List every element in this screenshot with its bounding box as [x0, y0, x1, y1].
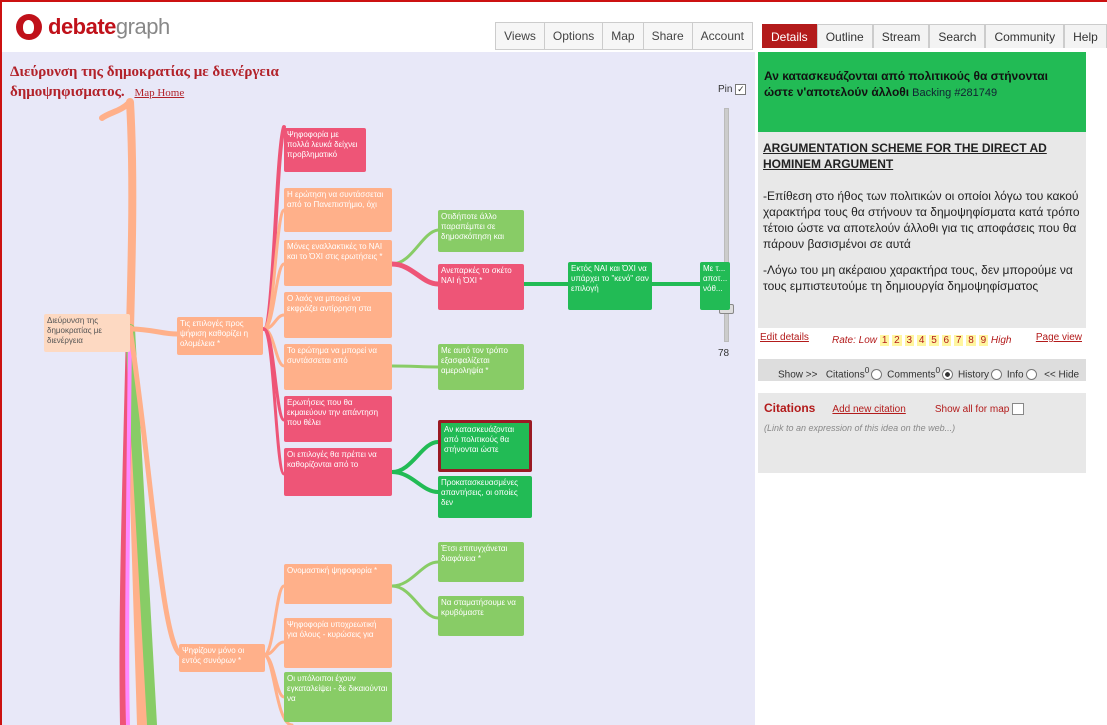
pin-checkbox[interactable]: ✓: [735, 84, 747, 95]
show-all-for-map-label: Show all for map: [934, 404, 1010, 415]
tab-community[interactable]: Community: [985, 24, 1065, 48]
node-blank[interactable]: Ψηφοφορία με πολλά λευκά δείχνει προβλημ…: [284, 128, 366, 172]
node-transparency[interactable]: Έτσι επιτυγχάνεται διαφάνεια *: [438, 542, 524, 582]
node-mandatory[interactable]: Ψηφοφορία υποχρεωτική για όλους - κυρώσε…: [284, 618, 392, 668]
logo[interactable]: debategraph: [16, 14, 170, 40]
backing-id: Backing #281749: [912, 87, 998, 99]
add-citation-link[interactable]: Add new citation: [832, 404, 905, 415]
idea-title: Αν κατασκευάζονται από πολιτικούς θα στή…: [764, 69, 1048, 99]
show-all-checkbox[interactable]: [1012, 403, 1025, 416]
comments-option-label: Comments: [887, 369, 936, 381]
map-title: Διεύρυνση της δημοκρατίας με διενέργεια …: [10, 64, 279, 100]
details-panel: Details Outline Stream Search Community …: [758, 2, 1107, 725]
nav-map[interactable]: Map: [602, 23, 642, 49]
node-neighbors[interactable]: Ψηφίζουν μόνο οι εντός συνόρων *: [179, 644, 265, 672]
citation-hint: (Link to an expression of this idea on t…: [764, 423, 956, 434]
map-home-link[interactable]: Map Home: [134, 87, 184, 99]
comments-count: 0: [935, 365, 941, 375]
node-choices[interactable]: Τις επιλογές προς ψήφιση καθορίζει η ολο…: [177, 317, 263, 355]
node-blank-choice[interactable]: Εκτός ΝΑΙ και ΌΧΙ να υπάρχει το "κενό" σ…: [568, 262, 652, 310]
node-preset[interactable]: Προκατασκευασμένες απαντήσεις, οι οποίες…: [438, 476, 532, 518]
citations-title: Citations: [764, 401, 816, 415]
edit-details-link[interactable]: Edit details: [760, 332, 809, 343]
detail-paragraph-1: -Επίθεση στο ήθος των πολιτικών οι οποίο…: [763, 189, 1080, 251]
node-hide[interactable]: Να σταματήσουμε να κρυβόμαστε: [438, 596, 524, 636]
hide-toggle[interactable]: << Hide: [1044, 369, 1079, 380]
header: debategraph Views Options Map Share Acco…: [2, 2, 755, 52]
node-selected[interactable]: Αν κατασκευάζονται από πολιτικούς θα στή…: [438, 420, 532, 472]
node-question[interactable]: Η ερώτηση να συντάσσεται από το Πανεπιστ…: [284, 188, 392, 232]
idea-details: ARGUMENTATION SCHEME FOR THE DIRECT AD H…: [758, 132, 1086, 328]
nav-views[interactable]: Views: [496, 23, 544, 49]
rate-3[interactable]: 3: [904, 335, 915, 346]
rate-6[interactable]: 6: [941, 335, 952, 346]
tab-search[interactable]: Search: [929, 24, 986, 48]
nav-account[interactable]: Account: [691, 23, 752, 49]
idea-header: Αν κατασκευάζονται από πολιτικούς θα στή…: [758, 52, 1086, 132]
pin-control[interactable]: Pin ✓: [718, 84, 747, 95]
info-option-label: Info: [1006, 369, 1024, 381]
rating-bar: Edit details Rate: Low 1 2 3 4 5 6 7 8 9…: [758, 330, 1086, 352]
node-impartial[interactable]: Με αυτό τον τρόπο εξασφαλίζεται αμεροληψ…: [438, 344, 524, 390]
info-radio[interactable]: [1025, 369, 1037, 381]
citations-radio[interactable]: [871, 369, 883, 381]
rate-1[interactable]: 1: [879, 335, 890, 346]
node-questions-answers[interactable]: Ερωτήσεις που θα εκμαιεύουν την απάντηση…: [284, 396, 392, 442]
argument-heading: ARGUMENTATION SCHEME FOR THE DIRECT AD H…: [763, 141, 1047, 171]
rate-2[interactable]: 2: [892, 335, 902, 346]
panel-tabs: Details Outline Stream Search Community …: [762, 24, 1107, 48]
node-compose[interactable]: Το ερώτημα να μπορεί να συντάσσεται από: [284, 344, 392, 390]
citations-option-label: Citations: [825, 369, 865, 381]
page-view-link[interactable]: Page view: [1036, 332, 1082, 343]
debate-map[interactable]: Διεύρυνση της δημοκρατίας με διενέργεια …: [2, 52, 755, 725]
rating-scale: Rate: Low 1 2 3 4 5 6 7 8 9 High: [832, 335, 1011, 346]
rate-8[interactable]: 8: [966, 335, 976, 346]
nav-share[interactable]: Share: [642, 23, 692, 49]
comments-radio[interactable]: [942, 369, 954, 381]
history-option-label: History: [957, 369, 990, 381]
rate-5[interactable]: 5: [929, 335, 939, 346]
tab-details[interactable]: Details: [762, 24, 817, 48]
node-anything[interactable]: Οτιδήποτε άλλο παραπέμπει σε δημοσκόπηση…: [438, 210, 524, 252]
show-toggle[interactable]: Show >>: [778, 369, 817, 380]
node-far[interactable]: Με τ... αποτ... νόθ...: [700, 262, 730, 310]
rate-7[interactable]: 7: [953, 335, 964, 346]
citations-section: Citations Add new citation Show all for …: [758, 393, 1086, 473]
node-root[interactable]: Διεύρυνση της δημοκρατίας με διενέργεια: [44, 314, 130, 352]
detail-paragraph-2: -Λόγω του μη ακέραιου χαρακτήρα τους, δε…: [763, 263, 1073, 293]
zoom-slider-value: 78: [718, 348, 730, 359]
rate-high-label: High: [990, 335, 1012, 346]
rate-4[interactable]: 4: [916, 335, 927, 346]
show-options-bar: Show >> Citations0 Comments0 History Inf…: [758, 359, 1086, 381]
node-others[interactable]: Οι υπόλοιποι έχουν εγκαταλείψει - δε δικ…: [284, 672, 392, 722]
nav-options[interactable]: Options: [543, 23, 602, 49]
debategraph-logo-icon: [16, 14, 42, 40]
node-only-yesno[interactable]: Μόνες εναλλακτικές το ΝΑΙ και το ΌΧΙ στι…: [284, 240, 392, 286]
node-nominal[interactable]: Ονομαστική ψηφοφορία *: [284, 564, 392, 604]
rate-low-label: Rate: Low: [832, 335, 878, 346]
node-choices-set[interactable]: Οι επιλογές θα πρέπει να καθορίζονται απ…: [284, 448, 392, 496]
history-radio[interactable]: [991, 369, 1003, 381]
tab-stream[interactable]: Stream: [872, 24, 930, 48]
rate-9[interactable]: 9: [978, 335, 989, 346]
main-nav: Views Options Map Share Account: [495, 22, 753, 50]
node-people[interactable]: Ο λαός να μπορεί να εκφράζει αντίρρηση σ…: [284, 292, 392, 338]
node-insufficient[interactable]: Ανεπαρκές το σκέτο ΝΑΙ ή ΌΧΙ *: [438, 264, 524, 310]
tab-outline[interactable]: Outline: [816, 24, 873, 48]
logo-text: debategraph: [48, 14, 170, 39]
tab-help[interactable]: Help: [1064, 24, 1107, 48]
citations-count: 0: [864, 365, 870, 375]
